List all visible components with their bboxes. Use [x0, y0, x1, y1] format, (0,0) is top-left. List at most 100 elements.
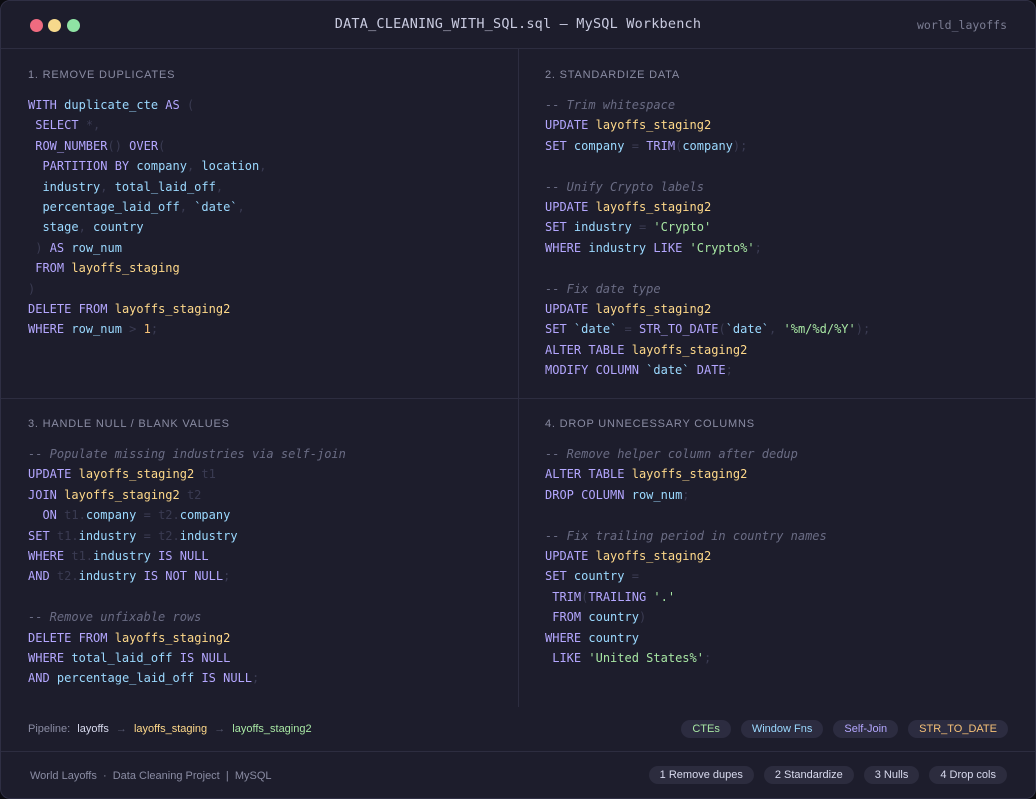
- step-buttons: 1 Remove dupes 2 Standardize 3 Nulls 4 D…: [648, 766, 1007, 784]
- tag-str-to-date[interactable]: STR_TO_DATE: [908, 720, 1008, 738]
- tag-ctes[interactable]: CTEs: [681, 720, 731, 738]
- code-token: '%m/%d/%Y': [783, 322, 856, 337]
- pipeline: Pipeline: layoffs → layoffs_staging → la…: [28, 723, 316, 735]
- code-token: WHERE: [28, 548, 65, 563]
- panel-divider-vertical: [518, 49, 519, 707]
- code-token: >: [121, 322, 144, 337]
- code-block[interactable]: -- Populate missing industries via self-…: [28, 444, 346, 689]
- code-token: total_laid_off: [114, 179, 216, 194]
- code-token: UPDATE: [545, 199, 589, 214]
- code-block[interactable]: -- Remove helper column after dedup ALTER…: [545, 444, 827, 668]
- code-token: company: [573, 138, 625, 153]
- code-token: industry: [588, 240, 647, 255]
- code-line: ) AS row_num: [28, 238, 266, 258]
- code-token: ): [28, 281, 36, 296]
- code-token: ,: [237, 199, 245, 214]
- arrow-right-icon: →: [115, 723, 127, 735]
- code-token: 'Crypto': [653, 220, 712, 235]
- status-footer: World Layoffs · Data Cleaning Project | …: [1, 752, 1035, 798]
- code-token: company: [136, 159, 187, 174]
- code-token: t1: [194, 467, 216, 482]
- code-line: ROW_NUMBER() OVER(: [28, 136, 266, 156]
- title-bar: DATA_CLEANING_WITH_SQL.sql — MySQL Workb…: [1, 1, 1035, 49]
- tag-self-join[interactable]: Self-Join: [833, 720, 899, 738]
- code-block[interactable]: WITH duplicate_cte AS ( SELECT *, ROW_NU…: [28, 95, 266, 340]
- code-token: '.': [653, 589, 676, 604]
- code-token: PARTITION BY: [42, 159, 130, 174]
- code-token: t2.: [49, 569, 79, 584]
- pipeline-stage-staging2: layoffs_staging2: [232, 723, 312, 735]
- code-token: ,: [769, 322, 784, 337]
- tag-window-fns[interactable]: Window Fns: [740, 720, 824, 738]
- step-standardize-button[interactable]: 2 Standardize: [763, 766, 854, 784]
- code-line: WHERE t1.industry IS NULL: [28, 546, 346, 566]
- code-token: (): [107, 138, 130, 153]
- code-token: layoffs_staging: [71, 261, 180, 276]
- code-line: industry, total_laid_off,: [28, 177, 266, 197]
- step-nulls-button[interactable]: 3 Nulls: [863, 766, 920, 784]
- code-token: ALTER TABLE: [545, 467, 625, 482]
- code-token: *,: [78, 118, 101, 133]
- code-token: industry: [78, 569, 137, 584]
- code-token: AS: [165, 98, 180, 112]
- code-token: percentage_laid_off: [56, 671, 195, 686]
- code-line: -- Unify Crypto labels: [545, 177, 870, 197]
- code-token: t2: [179, 487, 202, 502]
- code-token: `date`: [194, 199, 238, 214]
- code-line: SET `date` = STR_TO_DATE(`date`, '%m/%d/…: [545, 319, 870, 339]
- code-token: row_num: [71, 240, 122, 255]
- code-token: (: [179, 98, 195, 112]
- pipeline-label: Pipeline:: [28, 723, 71, 735]
- code-line: ): [28, 279, 266, 299]
- code-line: DELETE FROM layoffs_staging2: [28, 628, 346, 648]
- code-token: LIKE: [552, 650, 582, 665]
- code-line: -- Remove helper column after dedup: [545, 444, 827, 464]
- code-token: JOIN: [28, 487, 57, 502]
- code-token: ;: [150, 322, 159, 337]
- code-token: UPDATE: [545, 118, 589, 133]
- code-token: SET: [28, 528, 50, 543]
- code-line: UPDATE layoffs_staging2 t1: [28, 464, 346, 484]
- code-line: SET company = TRIM(company);: [545, 136, 870, 156]
- code-token: DROP COLUMN: [545, 487, 625, 502]
- code-token: layoffs_staging2: [631, 342, 748, 357]
- code-line: -- Trim whitespace: [545, 95, 870, 115]
- code-token: -- Fix trailing period in country names: [545, 528, 827, 543]
- panel-title: 4. DROP UNNECESSARY COLUMNS: [545, 418, 755, 430]
- code-block[interactable]: -- Trim whitespace UPDATE layoffs_staging…: [545, 95, 870, 380]
- code-line: WHERE row_num > 1;: [28, 319, 266, 339]
- code-line: AND percentage_laid_off IS NULL;: [28, 668, 346, 688]
- code-token: ;: [754, 240, 762, 255]
- code-line: SET country =: [545, 566, 827, 586]
- code-token: UPDATE: [545, 548, 589, 563]
- code-token: country: [93, 220, 144, 235]
- code-token: layoffs_staging2: [114, 630, 231, 645]
- code-token: -- Unify Crypto labels: [545, 179, 704, 194]
- code-token: -- Remove helper column after dedup: [545, 447, 798, 461]
- code-line: WHERE industry LIKE 'Crypto%';: [545, 238, 870, 258]
- step-remove-dupes-button[interactable]: 1 Remove dupes: [648, 766, 754, 784]
- code-token: industry: [179, 528, 238, 543]
- app-window: DATA_CLEANING_WITH_SQL.sql — MySQL Workb…: [0, 0, 1036, 799]
- code-token: MODIFY COLUMN: [545, 363, 639, 378]
- pipeline-bar: Pipeline: layoffs → layoffs_staging → la…: [1, 707, 1035, 752]
- window-title: DATA_CLEANING_WITH_SQL.sql — MySQL Workb…: [334, 16, 702, 32]
- code-line: TRIM(TRAILING '.': [545, 587, 827, 607]
- code-token: ;: [703, 650, 712, 665]
- step-drop-cols-button[interactable]: 4 Drop cols: [929, 766, 1007, 784]
- code-line: UPDATE layoffs_staging2: [545, 197, 870, 217]
- code-line: DROP COLUMN row_num;: [545, 485, 827, 505]
- code-token: 1: [143, 322, 151, 337]
- code-token: industry: [78, 528, 137, 543]
- code-token: percentage_laid_off: [42, 199, 180, 214]
